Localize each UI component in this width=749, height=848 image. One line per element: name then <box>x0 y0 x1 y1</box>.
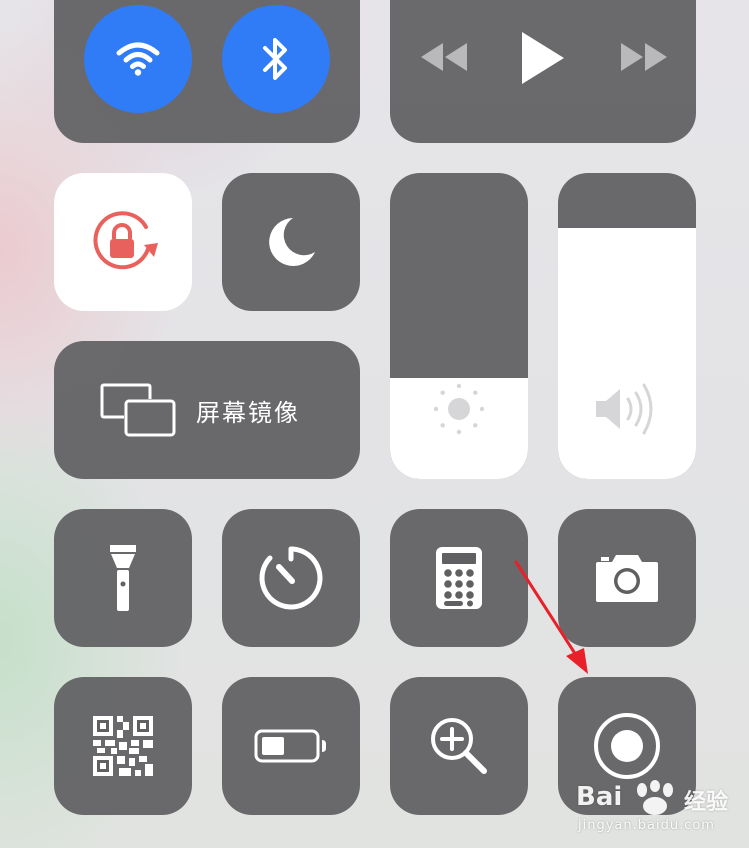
watermark-brand: Bai <box>576 782 623 812</box>
watermark-brand-suffix: 经验 <box>684 790 729 815</box>
rotation-lock-icon <box>93 211 158 270</box>
magnifier-button[interactable] <box>390 677 528 815</box>
play-icon <box>522 32 564 84</box>
red-arrow-icon <box>514 560 588 674</box>
bluetooth-icon <box>263 38 287 80</box>
watermark-url: jingyan.baidu.com <box>578 818 715 833</box>
volume-slider[interactable] <box>558 173 696 479</box>
magnifier-icon <box>431 718 487 774</box>
watermark: Bai 经验 jingyan.baidu.com <box>572 778 742 840</box>
brightness-slider[interactable] <box>390 173 528 479</box>
rotation-lock-button[interactable] <box>54 173 192 311</box>
screen-mirroring-label: 屏幕镜像 <box>196 399 300 427</box>
qr-code-icon <box>93 716 153 776</box>
do-not-disturb-button[interactable] <box>222 173 360 311</box>
fast-forward-button[interactable] <box>614 38 674 76</box>
bluetooth-button[interactable] <box>222 5 330 113</box>
volume-slider-icon-area <box>558 377 696 441</box>
wifi-icon <box>116 42 160 76</box>
media-controls-module <box>390 0 696 143</box>
calculator-icon <box>436 547 482 609</box>
brightness-slider-icon-area <box>390 377 528 441</box>
moon-icon <box>269 218 315 266</box>
paw-icon <box>637 780 673 815</box>
speaker-icon <box>596 383 653 435</box>
timer-button[interactable] <box>222 509 360 647</box>
wifi-button[interactable] <box>84 5 192 113</box>
rewind-button[interactable] <box>414 38 474 76</box>
screen-mirroring-icon <box>100 383 176 437</box>
screen-mirroring-button[interactable]: 屏幕镜像 <box>54 341 360 479</box>
fast-forward-icon <box>621 43 667 71</box>
flashlight-button[interactable] <box>54 509 192 647</box>
qr-code-scanner-button[interactable] <box>54 677 192 815</box>
battery-icon <box>254 729 326 763</box>
volume-slider-fill <box>558 228 696 479</box>
play-button[interactable] <box>514 28 570 88</box>
low-power-mode-button[interactable] <box>222 677 360 815</box>
screen-record-icon <box>594 713 660 779</box>
rewind-icon <box>421 43 467 71</box>
timer-icon <box>259 546 323 610</box>
sun-icon <box>433 383 485 435</box>
flashlight-icon <box>110 545 136 611</box>
camera-icon <box>596 555 658 602</box>
